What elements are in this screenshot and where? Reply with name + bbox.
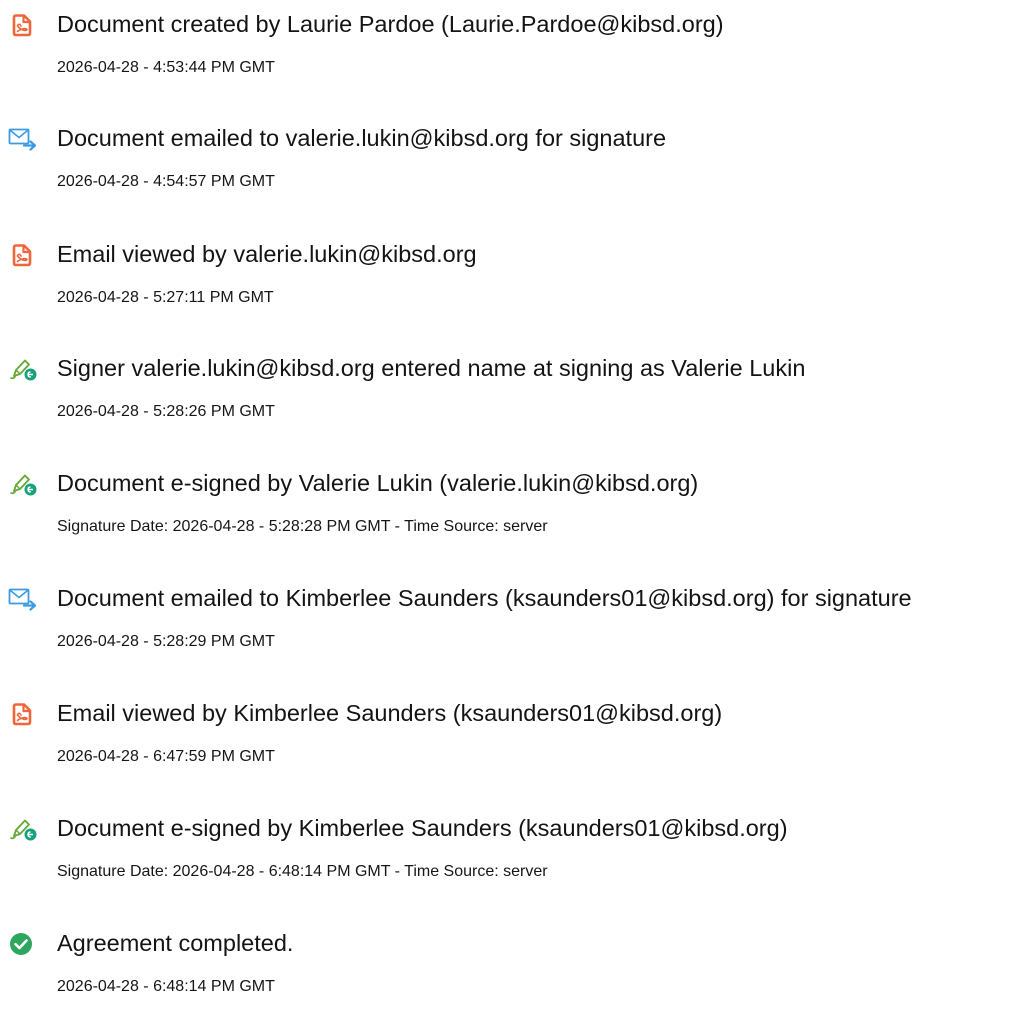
document-icon bbox=[8, 242, 38, 268]
document-icon bbox=[8, 701, 38, 727]
event-document-esigned: Document e-signed by Kimberlee Saunders … bbox=[0, 804, 1028, 904]
event-title: Agreement completed. bbox=[57, 930, 294, 956]
signature-pen-icon bbox=[8, 356, 38, 382]
event-signature-date: Signature Date: 2026-04-28 - 6:48:14 PM … bbox=[57, 863, 548, 880]
event-timestamp: 2026-04-28 - 6:47:59 PM GMT bbox=[57, 748, 275, 765]
event-title: Signer valerie.lukin@kibsd.org entered n… bbox=[57, 355, 806, 381]
event-document-emailed: Document emailed to Kimberlee Saunders (… bbox=[0, 574, 1028, 674]
event-title: Email viewed by Kimberlee Saunders (ksau… bbox=[57, 700, 723, 726]
event-signature-date: Signature Date: 2026-04-28 - 5:28:28 PM … bbox=[57, 518, 548, 535]
event-timestamp: 2026-04-28 - 5:28:26 PM GMT bbox=[57, 403, 275, 420]
audit-history-timeline: Document created by Laurie Pardoe (Lauri… bbox=[0, 0, 1028, 995]
signature-pen-icon bbox=[8, 471, 38, 497]
event-timestamp: 2026-04-28 - 5:28:29 PM GMT bbox=[57, 633, 275, 650]
event-title: Document e-signed by Valerie Lukin (vale… bbox=[57, 470, 699, 496]
event-title: Email viewed by valerie.lukin@kibsd.org bbox=[57, 241, 477, 267]
event-title: Document emailed to Kimberlee Saunders (… bbox=[57, 585, 912, 611]
check-circle-icon bbox=[8, 931, 38, 957]
event-timestamp: 2026-04-28 - 5:27:11 PM GMT bbox=[57, 289, 274, 306]
event-timestamp: 2026-04-28 - 6:48:14 PM GMT bbox=[57, 978, 275, 995]
event-timestamp: 2026-04-28 - 4:54:57 PM GMT bbox=[57, 173, 275, 190]
event-email-viewed: Email viewed by Kimberlee Saunders (ksau… bbox=[0, 689, 1028, 789]
event-agreement-completed: Agreement completed. 2026-04-28 - 6:48:1… bbox=[0, 919, 1028, 1019]
event-title: Document emailed to valerie.lukin@kibsd.… bbox=[57, 125, 667, 151]
event-title: Document e-signed by Kimberlee Saunders … bbox=[57, 815, 788, 841]
email-icon bbox=[8, 126, 38, 152]
event-title: Document created by Laurie Pardoe (Lauri… bbox=[57, 11, 724, 37]
event-document-emailed: Document emailed to valerie.lukin@kibsd.… bbox=[0, 114, 1028, 214]
document-icon bbox=[8, 12, 38, 38]
signature-pen-icon bbox=[8, 816, 38, 842]
event-document-esigned: Document e-signed by Valerie Lukin (vale… bbox=[0, 459, 1028, 559]
event-email-viewed: Email viewed by valerie.lukin@kibsd.org … bbox=[0, 230, 1028, 330]
event-document-created: Document created by Laurie Pardoe (Lauri… bbox=[0, 0, 1028, 100]
event-timestamp: 2026-04-28 - 4:53:44 PM GMT bbox=[57, 59, 275, 76]
event-signer-entered-name: Signer valerie.lukin@kibsd.org entered n… bbox=[0, 344, 1028, 444]
email-icon bbox=[8, 586, 38, 612]
